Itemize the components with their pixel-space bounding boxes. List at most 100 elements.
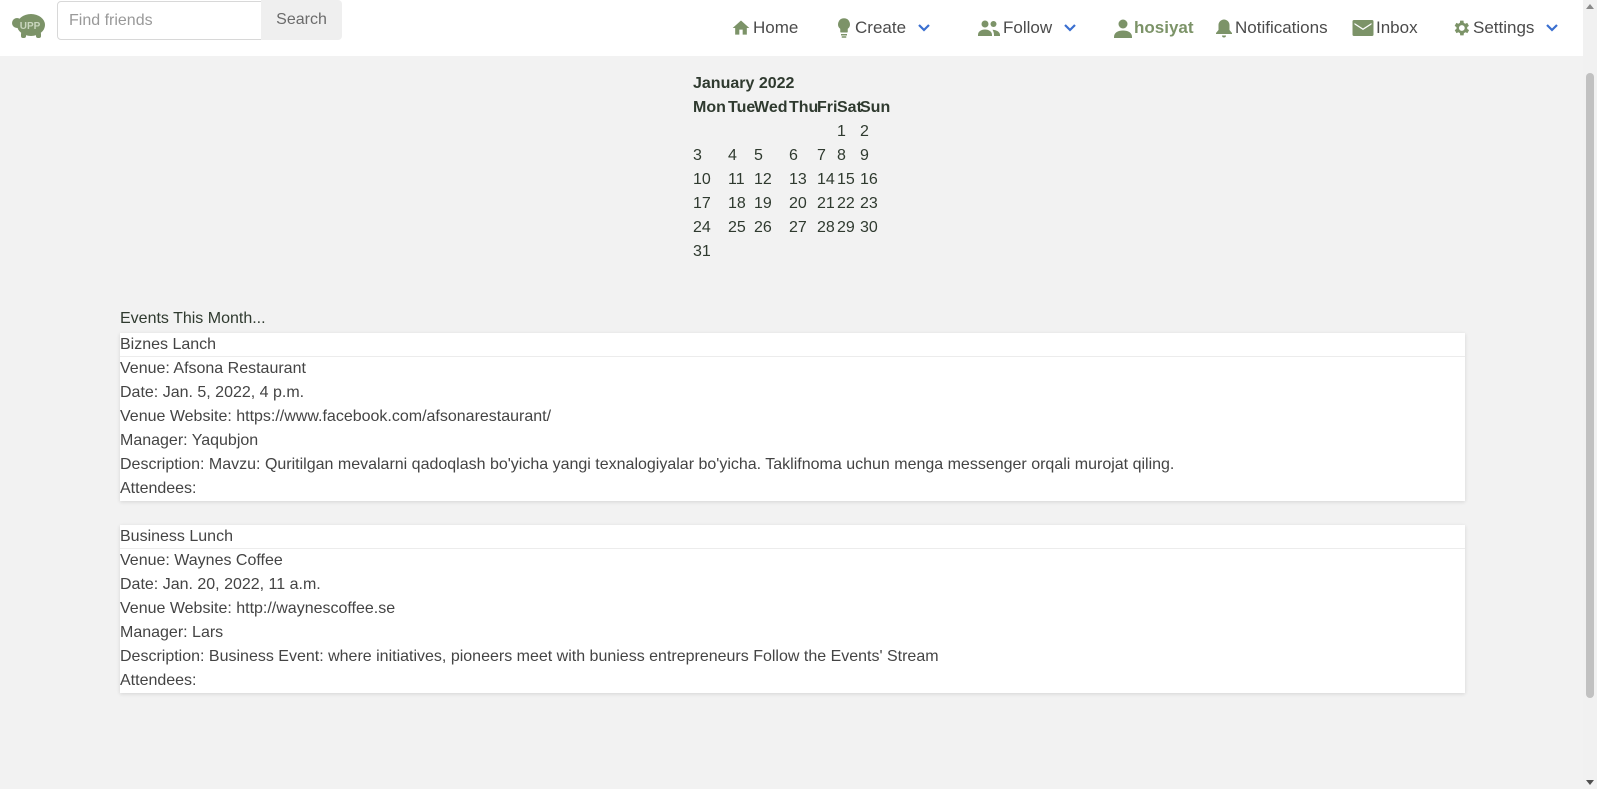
nav-follow-label: Follow [1003,18,1053,37]
nav-notifications[interactable]: Notifications [1215,14,1328,42]
month-calendar: January 2022 Mon Tue Wed Thu Fri Sat Sun… [693,72,890,264]
page-scrollbar[interactable] [1583,0,1597,789]
lightbulb-icon [838,18,850,38]
nav-follow[interactable]: Follow [977,14,1077,42]
upp-logo-icon[interactable]: UPP [10,10,48,40]
gear-icon [1454,20,1470,36]
weekday-label: Fri [817,99,838,116]
calendar-day[interactable]: 9 [860,144,890,168]
nav-inbox[interactable]: Inbox [1352,14,1418,42]
calendar-day [754,120,789,144]
top-navbar: UPP Search Home Create Follow hosiyat No… [0,0,1583,56]
calendar-title: January 2022 [693,75,795,92]
scroll-up-arrow-icon[interactable] [1586,4,1594,9]
bell-icon [1216,19,1232,38]
calendar-day[interactable]: 14 [817,168,837,192]
calendar-day[interactable]: 27 [789,216,817,240]
event-name[interactable]: Biznes Lanch [120,333,1465,357]
nav-home-label: Home [753,18,799,37]
calendar-day[interactable]: 26 [754,216,789,240]
event-card: Biznes Lanch Venue: Afsona Restaurant Da… [120,333,1465,501]
scrollbar-thumb[interactable] [1586,73,1594,698]
nav-home[interactable]: Home [731,14,798,42]
nav-inbox-label: Inbox [1376,18,1418,37]
calendar-day[interactable]: 5 [754,144,789,168]
calendar-day[interactable]: 6 [789,144,817,168]
event-name[interactable]: Business Lunch [120,525,1465,549]
mail-icon [1352,20,1374,36]
calendar-weekday-header: Mon Tue Wed Thu Fri Sat Sun [693,96,890,120]
calendar-day[interactable]: 7 [817,144,837,168]
calendar-day[interactable]: 12 [754,168,789,192]
calendar-day[interactable]: 18 [728,192,754,216]
event-venue: Venue: Waynes Coffee [120,552,283,569]
calendar-week-row: 12 [693,120,890,144]
nav-user-label: hosiyat [1134,18,1194,37]
calendar-day[interactable]: 10 [693,168,728,192]
calendar-day [693,120,728,144]
calendar-day [860,240,890,264]
calendar-week-row: 10 11 12 13 14 15 16 [693,168,890,192]
calendar-day[interactable]: 31 [693,240,728,264]
event-website[interactable]: Venue Website: https://www.facebook.com/… [120,405,1465,429]
chevron-down-icon [1064,24,1076,32]
search-button[interactable]: Search [261,0,342,40]
calendar-day [837,240,860,264]
nav-create[interactable]: Create [835,14,931,42]
weekday-label: Wed [754,99,788,116]
calendar-day [728,120,754,144]
home-icon [732,20,750,35]
calendar-weeks: 1 2 3 4 5 6 7 8 9 10 11 12 13 14 15 16 17 18 19 20 21 22 23 24 2… [693,120,890,264]
logo-text: UPP [20,21,41,32]
calendar-day[interactable]: 16 [860,168,890,192]
calendar-day [817,240,837,264]
event-date: Date: Jan. 20, 2022, 11 a.m. [120,576,321,593]
calendar-day[interactable]: 1 [837,120,860,144]
calendar-day[interactable]: 24 [693,216,728,240]
calendar-day [728,240,754,264]
weekday-label: Sat [837,99,862,116]
event-website[interactable]: Venue Website: http://waynescoffee.se [120,597,1465,621]
calendar-day[interactable]: 30 [860,216,890,240]
calendar-day[interactable]: 2 [860,120,890,144]
event-manager: Manager: Yaqubjon [120,432,259,449]
event-attendees: Attendees: [120,672,197,689]
calendar-day[interactable]: 13 [789,168,817,192]
calendar-day[interactable]: 20 [789,192,817,216]
nav-create-label: Create [855,18,907,37]
calendar-day[interactable]: 21 [817,192,837,216]
calendar-day[interactable]: 3 [693,144,728,168]
calendar-day[interactable]: 25 [728,216,754,240]
calendar-day [789,240,817,264]
chevron-down-icon [918,24,930,32]
search-input[interactable] [57,1,262,40]
event-venue: Venue: Afsona Restaurant [120,360,306,377]
calendar-week-row: 24 25 26 27 28 29 30 [693,216,890,240]
calendar-week-row: 3456789 [693,144,890,168]
calendar-day [817,120,837,144]
calendar-day[interactable]: 22 [837,192,860,216]
calendar-week-row: 31 [693,240,890,264]
nav-settings[interactable]: Settings [1451,14,1559,42]
calendar-day[interactable]: 15 [837,168,860,192]
calendar-day[interactable]: 19 [754,192,789,216]
chevron-down-icon [1546,24,1559,32]
calendar-day[interactable]: 4 [728,144,754,168]
scroll-down-arrow-icon[interactable] [1586,780,1594,785]
event-attendees: Attendees: [120,480,197,497]
nav-user-profile[interactable]: hosiyat [1114,14,1194,42]
weekday-label: Sun [860,99,891,116]
people-icon [978,20,1000,36]
calendar-day[interactable]: 28 [817,216,837,240]
weekday-label: Mon [693,99,726,116]
nav-settings-label: Settings [1473,18,1535,37]
nav-notifications-label: Notifications [1235,18,1328,37]
calendar-day[interactable]: 23 [860,192,890,216]
calendar-day [754,240,789,264]
event-date: Date: Jan. 5, 2022, 4 p.m. [120,384,305,401]
calendar-day[interactable]: 17 [693,192,728,216]
weekday-label: Tue [728,99,756,116]
calendar-day[interactable]: 11 [728,168,754,192]
calendar-day[interactable]: 29 [837,216,860,240]
calendar-day[interactable]: 8 [837,144,860,168]
